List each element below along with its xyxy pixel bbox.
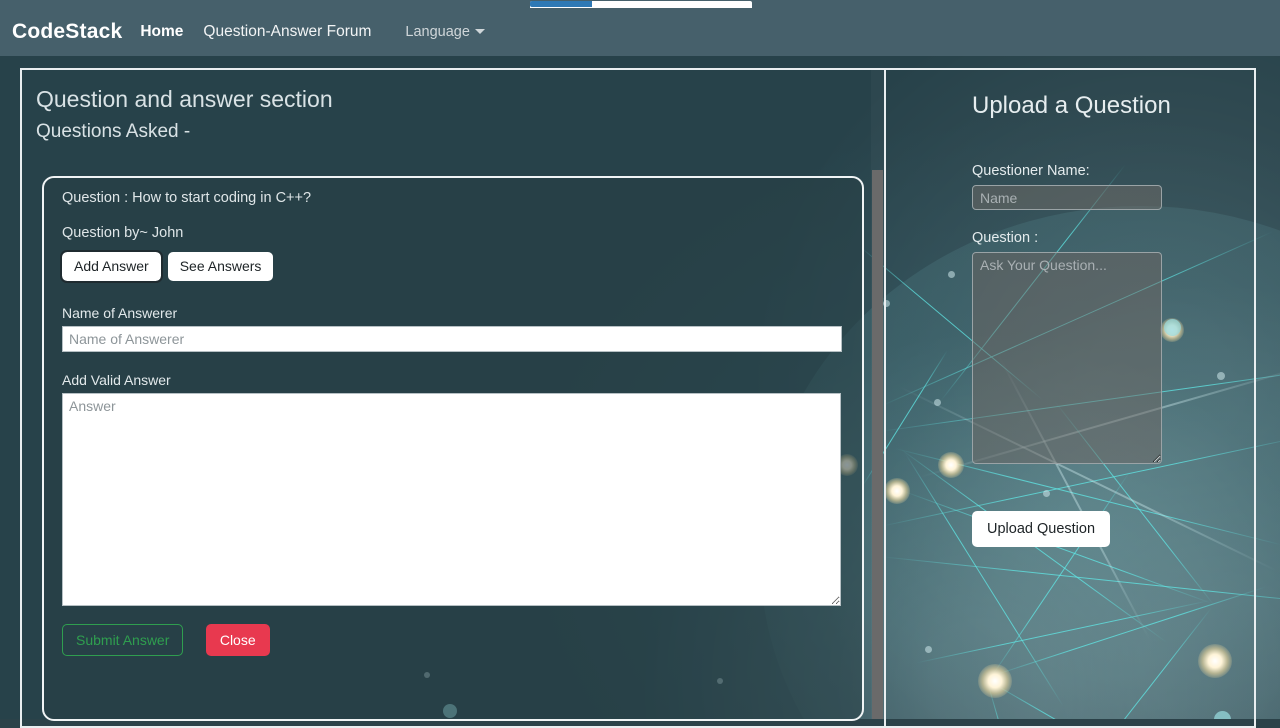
cropped-progress-fill: [530, 1, 592, 7]
upload-panel-title: Upload a Question: [972, 92, 1171, 119]
nav-dropdown-language[interactable]: Language: [405, 24, 485, 40]
question-author: Question by~ John: [62, 225, 184, 241]
main-navbar: CodeStack Home Question-Answer Forum Lan…: [0, 8, 1280, 56]
add-answer-button[interactable]: Add Answer: [60, 249, 163, 284]
brand-logo[interactable]: CodeStack: [12, 20, 122, 44]
nav-link-question-answer-forum[interactable]: Question-Answer Forum: [203, 23, 371, 41]
upload-question-button[interactable]: Upload Question: [972, 511, 1111, 547]
questions-asked-heading: Questions Asked -: [36, 121, 191, 142]
column-divider: [884, 68, 886, 728]
question-text: Question : How to start coding in C++?: [62, 190, 312, 206]
page-title: Question and answer section: [36, 86, 333, 112]
submit-answer-button[interactable]: Submit Answer: [62, 624, 184, 657]
qa-scrollbar-track[interactable]: [871, 70, 884, 719]
cropped-top-bar: [0, 0, 1280, 8]
answerer-name-input[interactable]: [62, 326, 842, 353]
nav-link-home[interactable]: Home: [140, 23, 183, 41]
close-button[interactable]: Close: [205, 624, 270, 657]
upload-question-panel: Upload a Question Questioner Name: Quest…: [888, 70, 1254, 719]
question-card-actions: Add Answer See Answers: [60, 249, 862, 284]
see-answers-button[interactable]: See Answers: [167, 252, 274, 282]
answer-textarea[interactable]: [62, 393, 841, 607]
question-label: Question :: [972, 230, 1039, 246]
answerer-name-label: Name of Answerer: [62, 305, 178, 322]
caret-down-icon: [474, 29, 485, 34]
question-textarea[interactable]: [972, 252, 1162, 464]
valid-answer-label: Add Valid Answer: [62, 372, 171, 389]
qa-scrollbar-thumb[interactable]: [872, 170, 883, 719]
nav-dropdown-language-label: Language: [405, 24, 470, 40]
questioner-name-input[interactable]: [972, 185, 1162, 210]
questioner-name-label: Questioner Name:: [972, 163, 1090, 179]
question-card: Question : How to start coding in C++? Q…: [42, 176, 864, 721]
